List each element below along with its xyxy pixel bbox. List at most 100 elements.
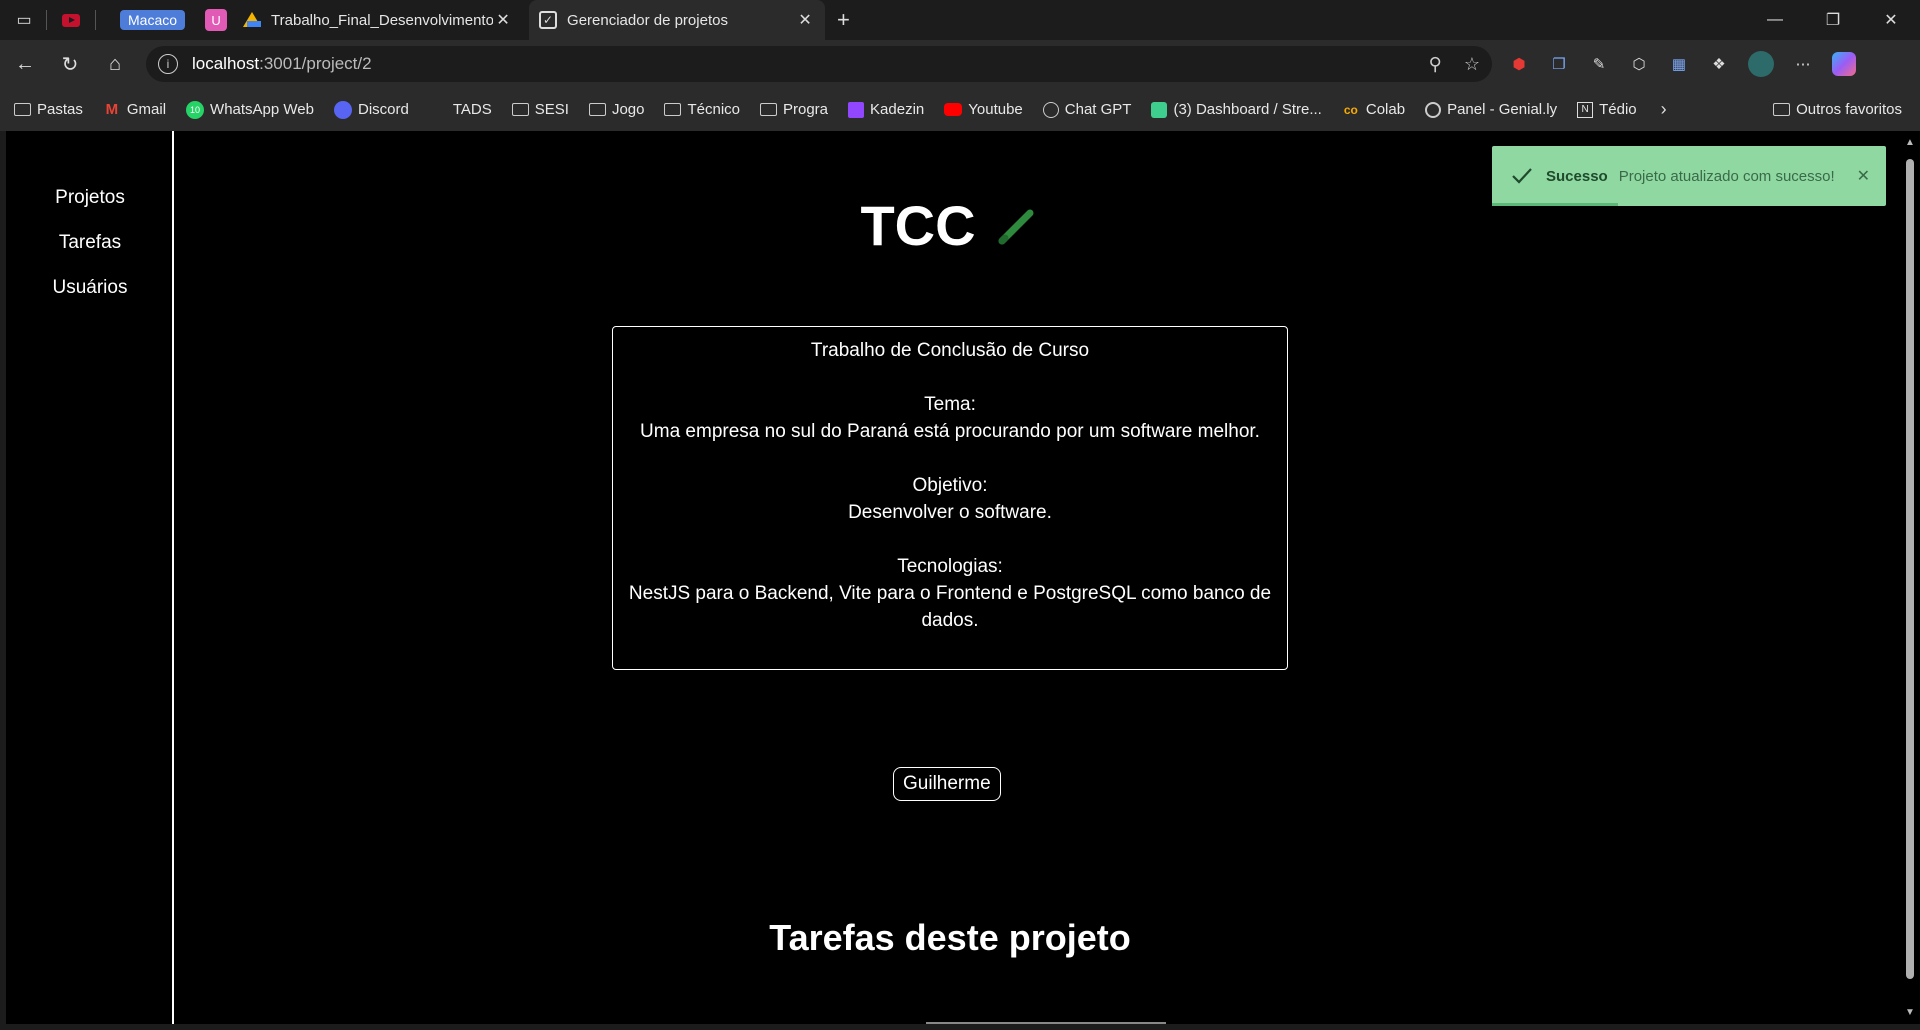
- profile-avatar[interactable]: [1748, 51, 1774, 77]
- bookmark-chatgpt[interactable]: Chat GPT: [1042, 101, 1132, 118]
- bookmark-jogo[interactable]: Jogo: [588, 101, 644, 118]
- page-scrollbar[interactable]: ▲ ▼: [1900, 131, 1920, 1024]
- zoom-icon[interactable]: ⚲: [1429, 54, 1442, 75]
- bookmark-label: Técnico: [687, 101, 740, 118]
- address-bar[interactable]: i localhost:3001/project/2 ⚲ ☆: [146, 46, 1492, 82]
- bookmark-tecnico[interactable]: Técnico: [664, 101, 740, 118]
- info-icon[interactable]: i: [158, 54, 178, 74]
- whatsapp-icon: 10: [186, 100, 205, 119]
- refresh-icon[interactable]: ↻: [50, 44, 90, 84]
- nav-tarefas[interactable]: Tarefas: [6, 220, 174, 265]
- close-tab-icon[interactable]: ✕: [493, 10, 513, 30]
- color-picker-icon[interactable]: ✎: [1588, 53, 1610, 75]
- notion-icon: N: [1577, 101, 1594, 118]
- chatgpt-icon: [1042, 101, 1059, 118]
- bookmark-youtube[interactable]: Youtube: [944, 101, 1023, 118]
- bookmark-discord[interactable]: Discord: [333, 100, 409, 119]
- copilot-icon[interactable]: [1832, 52, 1856, 76]
- address-actions: ⚲ ☆: [1429, 54, 1480, 75]
- pinned-tab-u[interactable]: U: [205, 9, 228, 31]
- bookmark-dashboard[interactable]: (3) Dashboard / Stre...: [1151, 101, 1322, 118]
- browser-toolbar: ← ↻ ⌂ i localhost:3001/project/2 ⚲ ☆ ⬢ ❐…: [0, 40, 1920, 88]
- more-menu-icon[interactable]: ⋯: [1792, 53, 1814, 75]
- copy-extension-icon[interactable]: ❐: [1548, 53, 1570, 75]
- extensions-puzzle-icon[interactable]: ❖: [1708, 53, 1730, 75]
- pencil-edit-icon[interactable]: [994, 203, 1040, 249]
- check-icon: [1512, 168, 1532, 184]
- bookmark-kadezin[interactable]: Kadezin: [848, 101, 924, 118]
- bookmark-label: Tédio: [1599, 101, 1637, 118]
- tasks-heading: Tarefas deste projeto: [769, 917, 1131, 958]
- bookmark-label: Progra: [783, 101, 829, 118]
- nav-projetos[interactable]: Projetos: [6, 175, 174, 220]
- checkbox-icon: ✓: [539, 11, 558, 29]
- page-viewport: Projetos Tarefas Usuários TCC Trabalho d…: [6, 131, 1920, 1024]
- bookmark-gmail[interactable]: M Gmail: [103, 101, 166, 118]
- bookmark-label: Kadezin: [870, 101, 925, 118]
- bookmarks-bar: Pastas M Gmail 10 WhatsApp Web Discord TAD…: [0, 88, 1920, 131]
- bookmark-label: Chat GPT: [1064, 101, 1132, 118]
- twitch-icon: [848, 101, 865, 118]
- bookmark-label: Pastas: [37, 101, 83, 118]
- window-bottom-border: [0, 1024, 1920, 1030]
- close-window-icon[interactable]: ✕: [1862, 0, 1920, 40]
- bookmark-colab[interactable]: co Colab: [1342, 101, 1405, 118]
- bookmark-tedio[interactable]: N Tédio: [1577, 101, 1637, 118]
- close-tab-icon[interactable]: ✕: [795, 10, 815, 30]
- scrollbar-thumb[interactable]: [1906, 159, 1914, 979]
- folder-icon: [760, 103, 777, 116]
- bookmark-genially[interactable]: Panel - Genial.ly: [1425, 101, 1557, 118]
- url-host: localhost: [192, 54, 260, 73]
- url-path: :3001/project/2: [259, 54, 372, 73]
- tab-separator: [95, 10, 96, 30]
- scroll-up-icon[interactable]: ▲: [1905, 137, 1915, 148]
- bookmark-label: Colab: [1365, 101, 1406, 118]
- url-text: localhost:3001/project/2: [192, 54, 372, 74]
- bookmark-sesi[interactable]: SESI: [511, 101, 569, 118]
- bookmark-other-favorites[interactable]: Outros favoritos: [1773, 101, 1902, 118]
- bookmark-whatsapp[interactable]: 10 WhatsApp Web: [186, 100, 314, 119]
- minimize-icon[interactable]: —: [1746, 0, 1804, 40]
- bookmark-tads[interactable]: TADS: [429, 101, 492, 118]
- bookmark-label: Discord: [357, 101, 409, 118]
- window-controls: — ❐ ✕: [1746, 0, 1920, 40]
- favorite-star-icon[interactable]: ☆: [1464, 54, 1480, 75]
- member-button[interactable]: Guilherme: [893, 767, 1001, 801]
- close-icon[interactable]: ✕: [1857, 166, 1870, 186]
- scroll-down-icon[interactable]: ▼: [1905, 1007, 1915, 1018]
- bookmark-label: Outros favoritos: [1796, 101, 1902, 118]
- nav-usuarios[interactable]: Usuários: [6, 265, 174, 310]
- home-icon[interactable]: ⌂: [95, 44, 135, 84]
- tab-group-label[interactable]: Macaco: [120, 10, 186, 30]
- gmail-icon: M: [105, 101, 119, 118]
- app-nav-list: Projetos Tarefas Usuários: [6, 175, 174, 310]
- bookmark-pastas[interactable]: Pastas: [14, 101, 83, 118]
- tab-actions-icon[interactable]: ▭: [12, 8, 36, 32]
- chevron-right-icon[interactable]: ›: [1661, 99, 1667, 120]
- pinned-tab-youtube[interactable]: [57, 8, 85, 32]
- back-icon[interactable]: ←: [5, 44, 45, 84]
- bookmark-label: (3) Dashboard / Stre...: [1173, 101, 1322, 118]
- browser-tab-bar: ▭ Macaco U Trabalho_Final_Desenvolviment…: [0, 0, 1920, 40]
- adblock-extension-icon[interactable]: ⬢: [1508, 53, 1530, 75]
- success-toast: Sucesso Projeto atualizado com sucesso! …: [1492, 146, 1886, 206]
- bookmark-label: Panel - Genial.ly: [1447, 101, 1558, 118]
- youtube-icon: [944, 103, 963, 116]
- tab-gerenciador[interactable]: ✓ Gerenciador de projetos ✕: [529, 0, 826, 40]
- tab-trabalho-final[interactable]: Trabalho_Final_Desenvolvimento_ ✕: [233, 0, 523, 40]
- bookmark-label: Gmail: [126, 101, 167, 118]
- bookmark-progra[interactable]: Progra: [760, 101, 828, 118]
- dashboard-icon: [1151, 101, 1168, 118]
- new-tab-icon[interactable]: +: [837, 7, 850, 33]
- bookmark-label: TADS: [452, 101, 492, 118]
- analytics-extension-icon[interactable]: ▦: [1668, 53, 1690, 75]
- folder-icon: [14, 103, 31, 116]
- youtube-icon: [62, 13, 80, 27]
- restore-icon[interactable]: ❐: [1804, 0, 1862, 40]
- folder-icon: [511, 103, 529, 116]
- hexagon-extension-icon[interactable]: ⬡: [1628, 53, 1650, 75]
- genially-icon: [1425, 101, 1442, 118]
- colab-icon: co: [1343, 102, 1358, 117]
- bookmark-label: Youtube: [968, 101, 1023, 118]
- folder-icon: [664, 103, 682, 116]
